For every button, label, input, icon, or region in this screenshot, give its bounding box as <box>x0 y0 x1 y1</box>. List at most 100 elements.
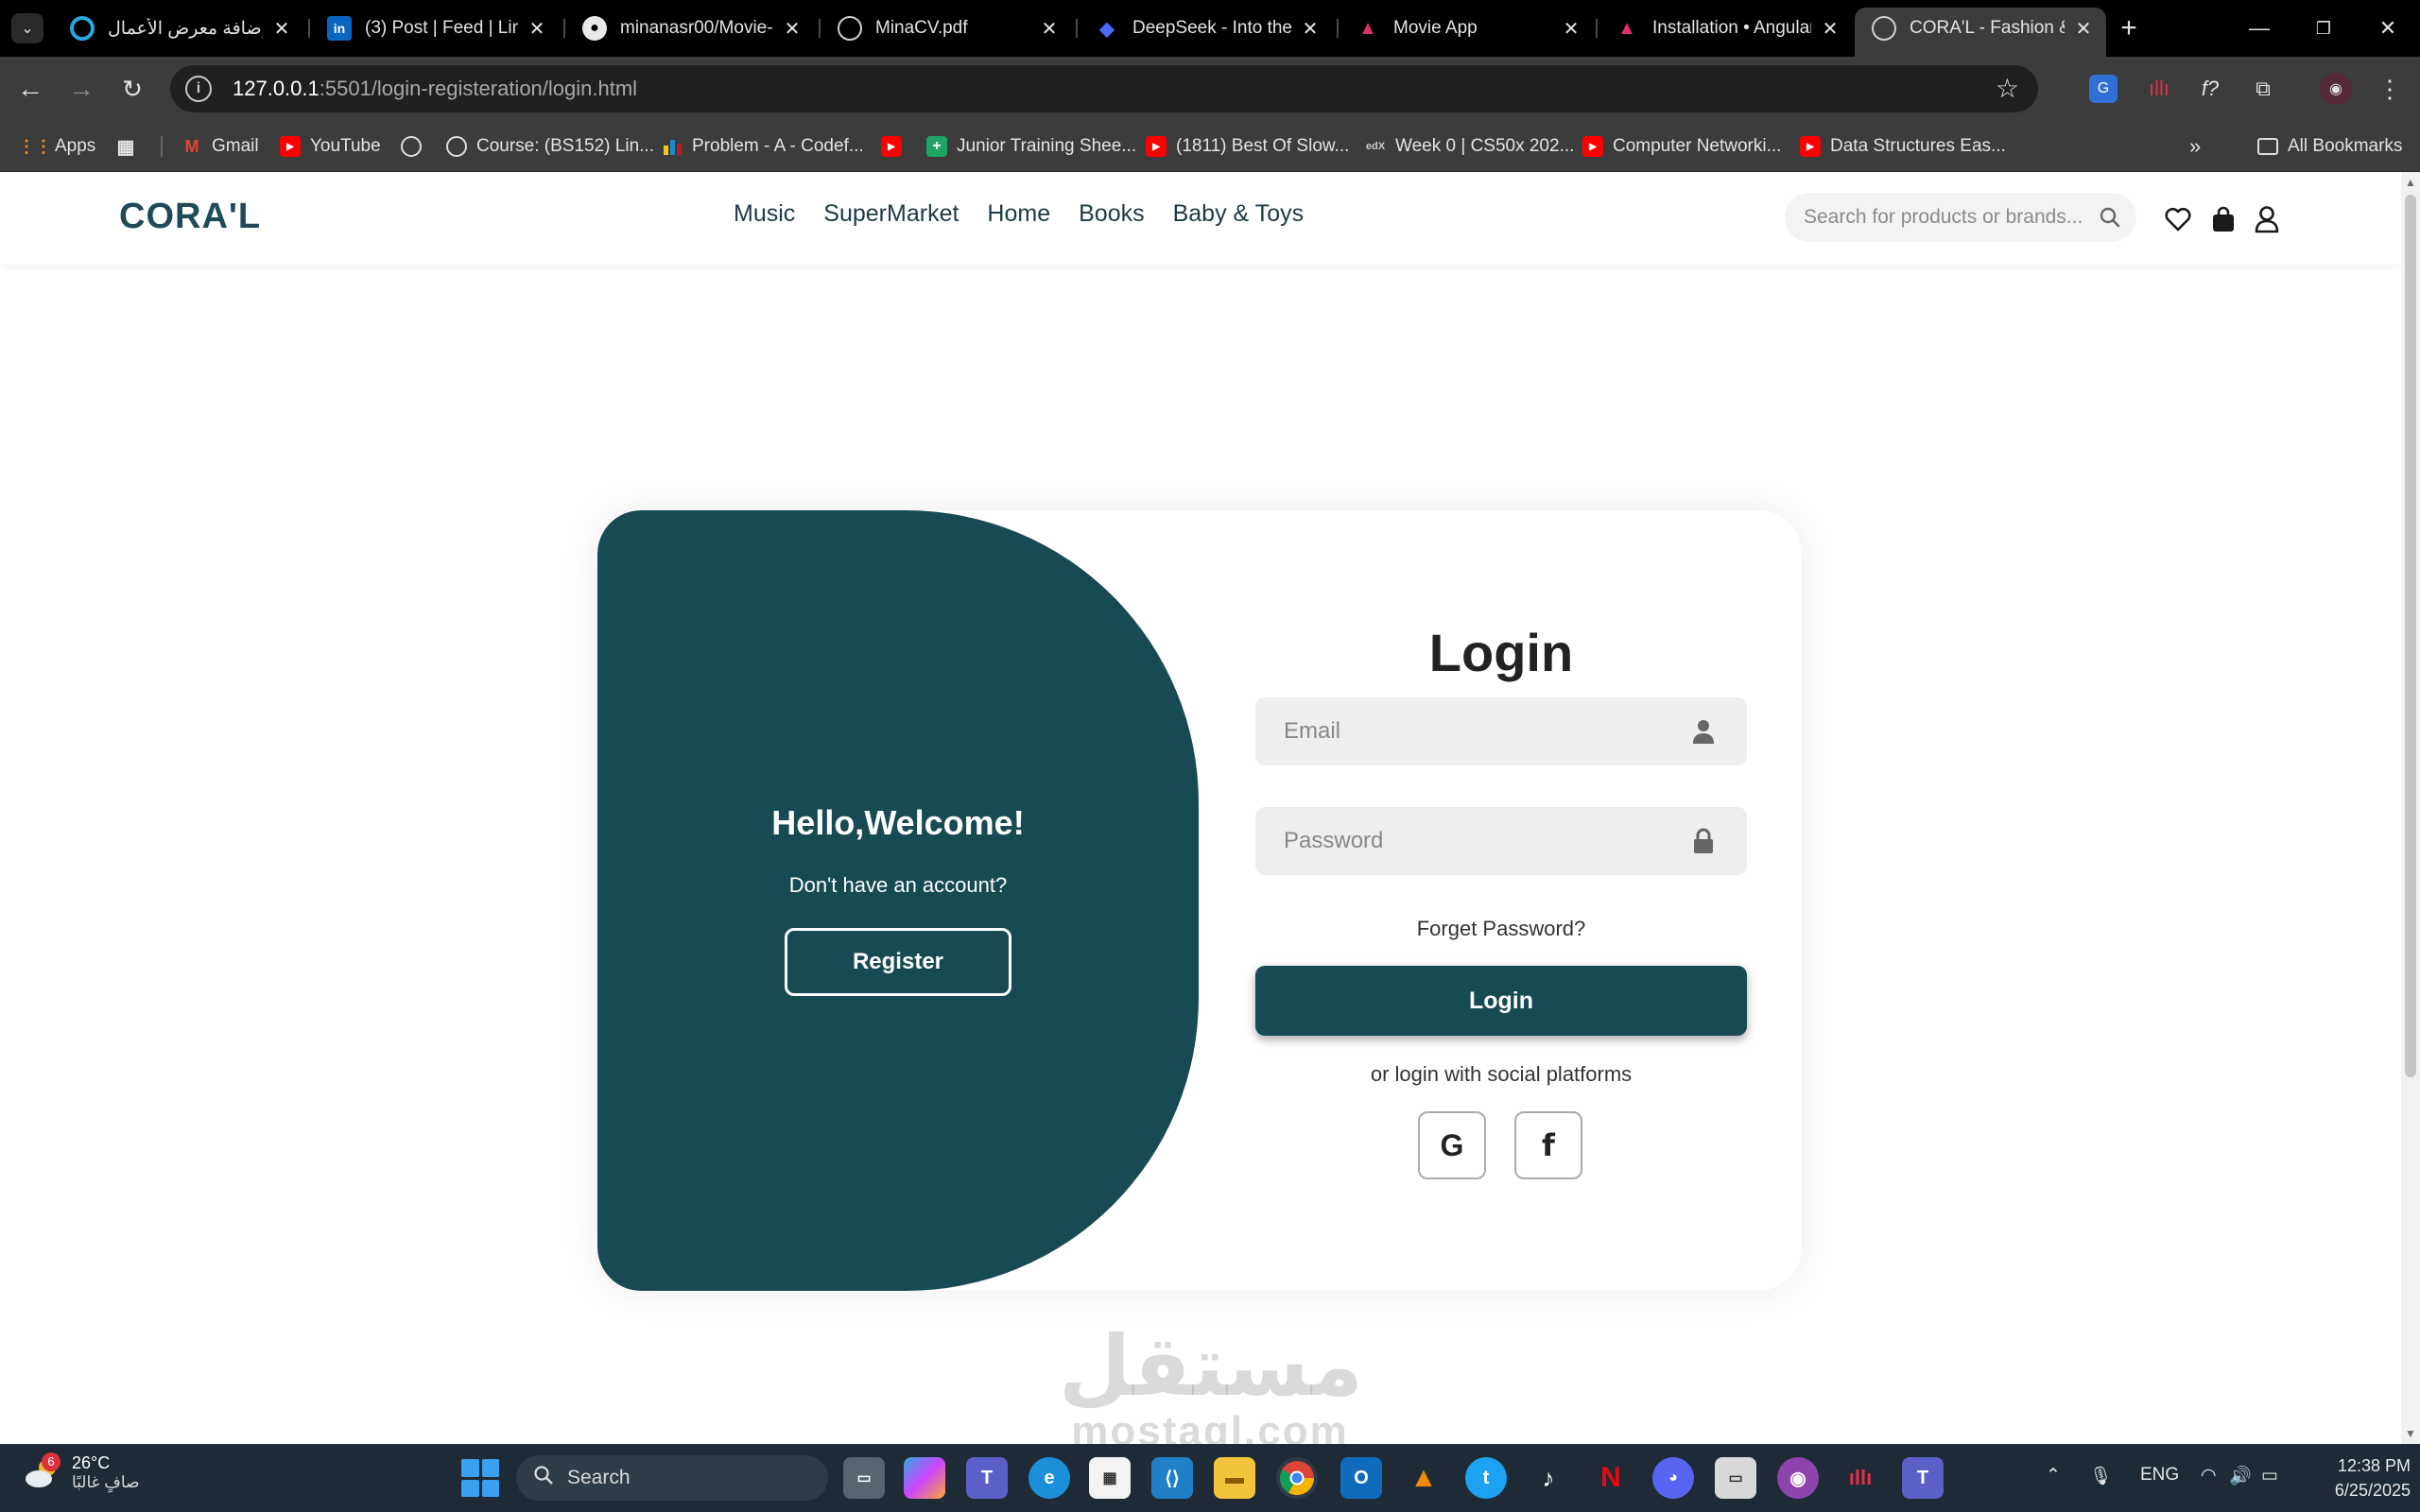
tab-coral-active[interactable]: CORA'L - Fashion & More ✕ <box>1855 8 2106 57</box>
close-icon[interactable]: ✕ <box>2072 17 2095 40</box>
teams-work-icon[interactable]: T <box>1902 1457 1944 1499</box>
user-account-icon[interactable] <box>2252 204 2282 234</box>
outlook-icon[interactable]: O <box>1340 1457 1382 1499</box>
bookmarks-overflow-icon[interactable]: » <box>2189 132 2201 161</box>
bookmark-networking[interactable]: ▶ Computer Networki... <box>1582 132 1781 161</box>
close-icon[interactable]: ✕ <box>1560 17 1582 40</box>
bookmark-star-icon[interactable]: ☆ <box>1996 73 2019 104</box>
bookmark-slow[interactable]: ▶ (1811) Best Of Slow... <box>1146 132 1349 161</box>
windows-start-icon[interactable] <box>461 1459 499 1497</box>
tab-angular-install[interactable]: ▲ Installation • Angular ✕ <box>1598 8 1853 49</box>
scroll-down-icon[interactable]: ▼ <box>2404 1427 2417 1440</box>
language-indicator[interactable]: ENG <box>2140 1465 2179 1486</box>
site-logo[interactable]: CORA'L <box>119 197 261 237</box>
translate-icon[interactable]: G <box>2089 75 2118 103</box>
forgot-password-link[interactable]: Forget Password? <box>1255 917 1747 941</box>
extensions-puzzle-icon[interactable]: ⧉ <box>2244 70 2282 108</box>
close-icon[interactable]: ✕ <box>1038 17 1061 40</box>
scroll-up-icon[interactable]: ▲ <box>2404 176 2417 189</box>
tab-cv-pdf[interactable]: MinaCV.pdf ✕ <box>821 8 1072 49</box>
netflix-icon[interactable]: N <box>1590 1457 1632 1499</box>
discord-icon[interactable]: ◕ <box>1652 1457 1694 1499</box>
bookmark-codeforces[interactable]: Problem - A - Codef... <box>662 132 864 161</box>
close-icon[interactable]: ✕ <box>1299 17 1322 40</box>
bookmark-globe[interactable] <box>401 132 431 161</box>
address-bar[interactable]: i 127.0.0.1:5501/login-registeration/log… <box>170 65 2038 112</box>
heart-icon[interactable] <box>2163 204 2193 234</box>
twitter-icon[interactable]: t <box>1465 1457 1507 1499</box>
nav-baby-toys[interactable]: Baby & Toys <box>1173 200 1305 228</box>
bookmark-tab-groups[interactable]: ▦ <box>115 132 146 161</box>
tiktok-icon[interactable]: ♪ <box>1528 1457 1569 1499</box>
bookmark-youtube[interactable]: ▶ YouTube <box>280 132 381 161</box>
facebook-login-button[interactable]: f <box>1514 1111 1582 1179</box>
formula-extension-icon[interactable]: f? <box>2191 70 2229 108</box>
register-button[interactable]: Register <box>785 928 1011 996</box>
close-icon[interactable]: ✕ <box>1819 17 1841 40</box>
new-tab-plus-icon[interactable]: + <box>2112 11 2146 45</box>
all-bookmarks[interactable]: All Bookmarks <box>2257 132 2402 161</box>
nav-supermarket[interactable]: SuperMarket <box>823 200 959 228</box>
taskbar-search[interactable]: Search <box>516 1455 828 1501</box>
scroll-thumb[interactable] <box>2405 195 2416 1077</box>
nav-home[interactable]: Home <box>987 200 1050 228</box>
google-login-button[interactable]: G <box>1418 1111 1486 1179</box>
login-button[interactable]: Login <box>1255 966 1747 1036</box>
vscode-icon[interactable]: ⟨⟩ <box>1151 1457 1193 1499</box>
browser-menu-icon[interactable]: ⋮ <box>2371 70 2409 108</box>
tab-deepseek[interactable]: ◆ DeepSeek - Into the Unknown ✕ <box>1078 8 1333 49</box>
restore-icon[interactable]: ❐ <box>2291 0 2356 57</box>
vlc-icon[interactable]: ▲ <box>1403 1457 1444 1499</box>
email-input[interactable] <box>1284 718 1681 745</box>
site-info-icon[interactable]: i <box>185 76 212 102</box>
chrome-icon[interactable] <box>1276 1457 1318 1499</box>
nav-music[interactable]: Music <box>734 200 795 228</box>
github-desktop-icon[interactable]: ◉ <box>1777 1457 1819 1499</box>
close-icon[interactable]: ✕ <box>270 17 293 40</box>
wifi-icon[interactable]: ◠ <box>2201 1465 2217 1486</box>
bookmark-apps[interactable]: ⋮⋮ Apps <box>18 132 95 161</box>
photos-icon[interactable]: ▭ <box>1715 1457 1756 1499</box>
tab-search-icon[interactable]: ⌄ <box>11 13 43 43</box>
file-explorer-icon[interactable]: ▬ <box>1214 1457 1255 1499</box>
search-icon[interactable] <box>2099 206 2121 233</box>
minimize-icon[interactable]: — <box>2227 0 2291 57</box>
url-path: :5501/login-registeration/login.html <box>319 77 638 100</box>
audio-app-icon[interactable]: ıllı <box>1840 1457 1881 1499</box>
tab-github[interactable]: ● minanasr00/Movie-app ✕ <box>565 8 815 49</box>
tab-movie-app[interactable]: ▲ Movie App ✕ <box>1339 8 1594 49</box>
bookmark-gmail[interactable]: M Gmail <box>182 132 259 161</box>
close-icon[interactable]: ✕ <box>526 17 548 40</box>
clock[interactable]: 12:38 PM 6/25/2025 <box>2307 1453 2411 1503</box>
site-search-input[interactable] <box>1804 206 2087 229</box>
teams-icon[interactable]: T <box>966 1457 1008 1499</box>
bookmark-youtube-2[interactable]: ▶ <box>881 132 911 161</box>
copilot-icon[interactable] <box>904 1457 945 1499</box>
mic-muted-icon[interactable]: 🎙 <box>2089 1465 2112 1487</box>
reload-icon[interactable]: ↻ <box>113 70 151 108</box>
shopping-bag-icon[interactable] <box>2208 204 2238 234</box>
task-view-icon[interactable]: ▭ <box>843 1457 885 1499</box>
tab-linkedin[interactable]: in (3) Post | Feed | LinkedIn ✕ <box>310 8 560 49</box>
nav-books[interactable]: Books <box>1079 200 1144 228</box>
forward-arrow-icon[interactable]: → <box>62 70 100 108</box>
page-scrollbar[interactable]: ▲ ▼ <box>2401 172 2420 1444</box>
battery-icon[interactable]: ▭ <box>2261 1465 2278 1486</box>
profile-avatar-icon[interactable]: ◉ <box>2320 73 2352 105</box>
password-input[interactable] <box>1284 828 1681 854</box>
tray-overflow-icon[interactable]: ⌃ <box>2046 1465 2061 1486</box>
tab-mostaql[interactable]: إضافة معرض الأعمال ✕ <box>53 8 304 49</box>
store-icon[interactable]: ▦ <box>1089 1457 1131 1499</box>
bookmark-course[interactable]: Course: (BS152) Lin... <box>446 132 654 161</box>
bookmark-data-structures[interactable]: ▶ Data Structures Eas... <box>1800 132 2006 161</box>
globe-icon <box>401 136 422 157</box>
back-arrow-icon[interactable]: ← <box>11 70 49 108</box>
edge-icon[interactable]: e <box>1028 1457 1070 1499</box>
weather-widget[interactable]: 6 26°C صافٍ غالبًا <box>23 1452 140 1492</box>
bookmark-cs50[interactable]: edX Week 0 | CS50x 202... <box>1365 132 1575 161</box>
audio-extension-icon[interactable]: ıllı <box>2140 70 2178 108</box>
bookmark-training-sheet[interactable]: + Junior Training Shee... <box>926 132 1136 161</box>
close-icon[interactable]: ✕ <box>781 17 804 40</box>
window-close-icon[interactable]: ✕ <box>2356 0 2420 57</box>
volume-icon[interactable]: 🔊 <box>2229 1465 2252 1487</box>
